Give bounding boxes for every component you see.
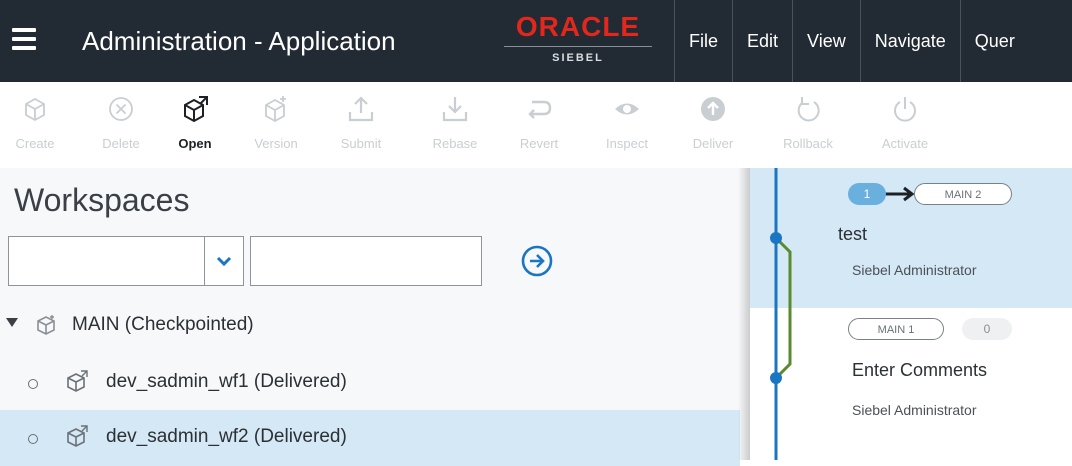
hamburger-menu-icon[interactable] <box>12 28 36 50</box>
app-title: Administration - Application <box>82 26 396 56</box>
cube-open-icon <box>184 96 208 123</box>
timeline-node <box>770 232 782 244</box>
activate-button[interactable]: Activate <box>862 82 948 168</box>
history-entry-author: Siebel Administrator <box>852 262 977 278</box>
version-button[interactable]: Version <box>234 82 318 168</box>
menu-edit[interactable]: Edit <box>732 0 792 82</box>
cube-open-icon <box>67 425 88 447</box>
rollback-icon <box>797 97 820 122</box>
cube-version-icon <box>265 96 286 123</box>
version-badge-to: 0 <box>962 318 1012 340</box>
circle-up-arrow-icon <box>701 97 725 121</box>
deliver-button[interactable]: Deliver <box>676 82 750 168</box>
app-header: Administration - Application ORACLE SIEB… <box>0 0 1072 82</box>
tree-node-label: dev_sadmin_wf2 (Delivered) <box>106 426 347 447</box>
tree-node-label: MAIN (Checkpointed) <box>72 314 254 335</box>
workspaces-title: Workspaces <box>14 182 190 218</box>
delete-button[interactable]: Delete <box>84 82 158 168</box>
submit-button[interactable]: Submit <box>318 82 404 168</box>
logo-divider <box>504 46 652 47</box>
history-entry-author: Siebel Administrator <box>852 402 977 418</box>
version-badge-from: MAIN 1 <box>848 318 944 340</box>
rollback-button[interactable]: Rollback <box>762 82 854 168</box>
open-button[interactable]: Open <box>164 82 226 168</box>
cube-open-icon <box>67 370 88 392</box>
filter-dropdown-button[interactable] <box>204 236 244 286</box>
power-icon <box>894 97 916 122</box>
menu-view[interactable]: View <box>792 0 860 82</box>
version-badge-to: MAIN 2 <box>914 183 1012 205</box>
timeline-node <box>770 372 782 384</box>
menu-navigate[interactable]: Navigate <box>859 0 960 82</box>
upload-icon <box>348 96 374 122</box>
chevron-down-icon <box>216 256 232 267</box>
undo-arrow-icon <box>528 100 552 119</box>
go-button[interactable] <box>520 244 554 278</box>
tree-node-dev-sadmin-wf1[interactable]: dev_sadmin_wf1 (Delivered) <box>0 355 740 411</box>
bullet-icon <box>28 379 38 389</box>
cube-plus-icon <box>25 97 45 122</box>
menu-file[interactable]: File <box>674 0 732 82</box>
panel-divider <box>738 168 750 460</box>
history-entry-title: test <box>838 224 868 244</box>
revert-button[interactable]: Revert <box>500 82 578 168</box>
oracle-siebel-logo: ORACLE SIEBEL <box>500 12 660 68</box>
tree-node-label: dev_sadmin_wf1 (Delivered) <box>106 371 347 392</box>
tree-node-main[interactable]: MAIN (Checkpointed) <box>0 298 740 354</box>
create-button[interactable]: Create <box>2 82 68 168</box>
circle-x-icon <box>109 97 133 121</box>
version-badge-from: 1 <box>848 183 886 205</box>
logo-siebel-text: SIEBEL <box>552 52 604 64</box>
tree-node-dev-sadmin-wf2[interactable]: dev_sadmin_wf2 (Delivered) <box>0 410 740 466</box>
workspace-search-input[interactable] <box>250 236 482 286</box>
eye-icon <box>615 103 639 115</box>
main-menu: File Edit View Navigate Quer <box>674 0 1029 82</box>
history-entry-title: Enter Comments <box>852 360 988 380</box>
bullet-icon <box>28 434 38 444</box>
arrow-right-circle-icon <box>521 245 553 277</box>
inspect-button[interactable]: Inspect <box>584 82 670 168</box>
download-icon <box>442 97 468 122</box>
logo-oracle-text: ORACLE <box>515 11 641 42</box>
expand-toggle-icon[interactable] <box>6 318 18 327</box>
rebase-button[interactable]: Rebase <box>412 82 498 168</box>
workspace-toolbar: Create Delete Open Version Submit Rebase… <box>0 82 1072 169</box>
cube-icon <box>37 315 55 335</box>
menu-query[interactable]: Quer <box>959 0 1029 82</box>
